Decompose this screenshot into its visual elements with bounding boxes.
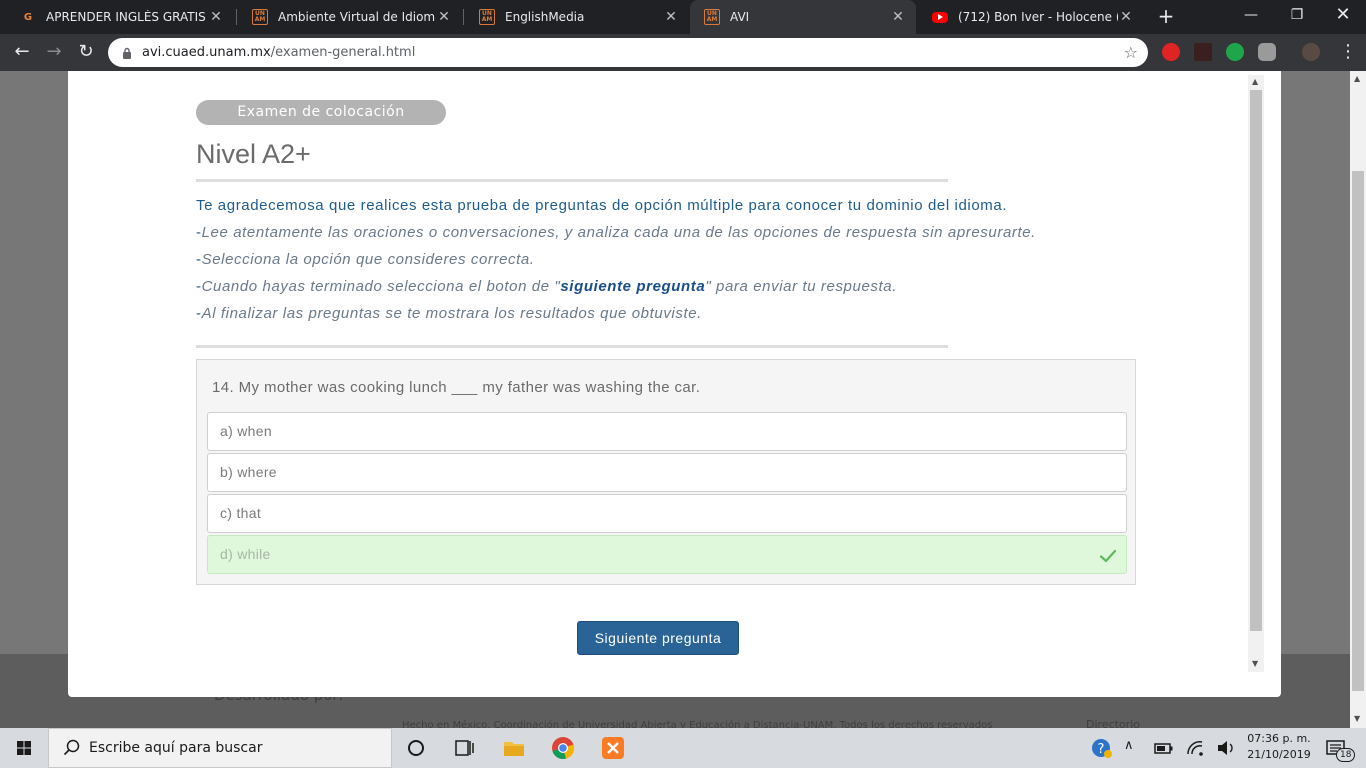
close-icon[interactable]: ✕ — [436, 9, 452, 25]
chrome-icon[interactable] — [551, 736, 575, 760]
instruction-text: Lee atentamente las oraciones o conversa… — [201, 224, 1036, 241]
start-button[interactable] — [0, 728, 48, 768]
notification-count-badge: 18 — [1336, 748, 1356, 762]
tab-avi[interactable]: UN AM AVI ✕ — [690, 0, 916, 34]
tab-title: AVI — [730, 10, 750, 24]
instruction-text: Cuando hayas terminado selecciona el bot… — [201, 278, 561, 295]
youtube-icon — [932, 11, 948, 23]
exam-badge: Examen de colocación — [196, 100, 446, 125]
instruction-item: -Selecciona la opción que consideres cor… — [196, 251, 535, 268]
url-path: /examen-general.html — [270, 45, 416, 60]
answer-option-b[interactable]: b) where — [207, 453, 1127, 492]
cortana-icon[interactable] — [404, 736, 428, 760]
tab-youtube[interactable]: (712) Bon Iver - Holocene (Offi ✕ — [918, 0, 1144, 34]
close-icon[interactable]: ✕ — [663, 9, 679, 25]
question-text: 14. My mother was cooking lunch ___ my f… — [212, 379, 701, 396]
forward-button[interactable]: → — [42, 40, 66, 64]
windows-taskbar: Escribe aquí para buscar ? ∧ 07:36 p. m.… — [0, 728, 1366, 768]
wifi-icon[interactable] — [1184, 736, 1208, 760]
close-window-button[interactable]: ✕ — [1320, 0, 1366, 30]
tab-title: Ambiente Virtual de Idiomas — [278, 10, 436, 24]
tab-ambiente-virtual[interactable]: UN AM Ambiente Virtual de Idiomas ✕ — [238, 0, 462, 34]
next-question-button[interactable]: Siguiente pregunta — [577, 621, 739, 655]
profile-avatar[interactable] — [1302, 43, 1320, 61]
maximize-button[interactable]: ❐ — [1274, 0, 1320, 30]
close-icon[interactable]: ✕ — [1118, 9, 1134, 25]
checkmark-icon — [1099, 549, 1117, 563]
g-icon: G — [23, 11, 33, 23]
level-title: Nivel A2+ — [196, 139, 311, 169]
volume-icon[interactable] — [1214, 736, 1238, 760]
scroll-up-arrow-icon[interactable]: ▲ — [1354, 74, 1360, 83]
battery-icon[interactable] — [1152, 736, 1176, 760]
new-tab-button[interactable]: + — [1155, 5, 1177, 27]
search-icon — [63, 739, 80, 756]
close-icon[interactable]: ✕ — [890, 9, 906, 25]
tab-strip: G APRENDER INGLÉS GRATIS con ✕ UNAM Ambi… — [0, 0, 1366, 34]
search-placeholder: Escribe aquí para buscar — [89, 740, 263, 756]
instructions: Te agradecemosa que realices esta prueba… — [196, 195, 1196, 330]
scroll-up-arrow-icon[interactable]: ▲ — [1252, 77, 1258, 86]
menu-kebab-icon[interactable]: ⋮ — [1336, 40, 1360, 64]
svg-text:?: ? — [1098, 742, 1105, 757]
scrollbar-thumb[interactable] — [1250, 90, 1262, 631]
tab-divider — [236, 9, 237, 25]
instruction-text: Selecciona la opción que consideres corr… — [201, 251, 535, 268]
clock-time: 07:36 p. m. — [1247, 732, 1311, 745]
url-host: avi.cuaed.unam.mx — [142, 45, 271, 60]
question-panel: 14. My mother was cooking lunch ___ my f… — [196, 359, 1136, 585]
footer-copyright: Hecho en México. Coordinación de Univers… — [402, 720, 993, 728]
task-view-icon[interactable] — [452, 736, 476, 760]
scroll-down-arrow-icon[interactable]: ▼ — [1354, 714, 1360, 723]
answer-option-d[interactable]: d) while — [207, 535, 1127, 574]
back-button[interactable]: ← — [10, 40, 34, 64]
intro-text: Te agradecemosa que realices esta prueba… — [196, 197, 1008, 214]
instruction-text: Al finalizar las preguntas se te mostrar… — [201, 305, 702, 322]
green-extension-icon[interactable] — [1226, 43, 1244, 61]
tab-title: (712) Bon Iver - Holocene (Offi — [958, 10, 1118, 24]
scroll-down-arrow-icon[interactable]: ▼ — [1252, 659, 1258, 668]
file-explorer-icon[interactable] — [502, 736, 526, 760]
system-clock[interactable]: 07:36 p. m. 21/10/2019 — [1246, 731, 1312, 763]
unam-icon: UN AM — [704, 9, 720, 25]
divider — [196, 179, 948, 182]
clock-date: 21/10/2019 — [1247, 748, 1311, 761]
chevron-up-icon[interactable]: ∧ — [1124, 738, 1134, 753]
exam-modal: Examen de colocación Nivel A2+ Te agrade… — [68, 71, 1281, 697]
instruction-highlight: siguiente pregunta — [560, 278, 706, 295]
tab-englishmedia[interactable]: UN AM EnglishMedia ✕ — [465, 0, 689, 34]
tab-aprender-ingles[interactable]: G APRENDER INGLÉS GRATIS con ✕ — [6, 0, 234, 34]
modal-scrollbar[interactable]: ▲ ▼ — [1248, 75, 1264, 672]
tab-title: APRENDER INGLÉS GRATIS con — [46, 10, 208, 24]
chat-extension-icon[interactable] — [1258, 43, 1276, 61]
instruction-item: -Lee atentamente las oraciones o convers… — [196, 224, 1036, 241]
answer-option-c[interactable]: c) that — [207, 494, 1127, 533]
close-icon[interactable]: ✕ — [208, 9, 224, 25]
pdf-extension-icon[interactable] — [1194, 43, 1212, 61]
instruction-item: -Al finalizar las preguntas se te mostra… — [196, 305, 702, 322]
bookmark-star-icon[interactable]: ☆ — [1124, 43, 1138, 62]
scrollbar-thumb[interactable] — [1352, 171, 1364, 691]
reload-button[interactable]: ↻ — [74, 40, 98, 64]
divider — [196, 345, 948, 348]
browser-toolbar: ← → ↻ avi.cuaed.unam.mx/examen-general.h… — [0, 34, 1366, 71]
minimize-button[interactable]: — — [1228, 0, 1274, 30]
footer-directory-link[interactable]: Directorio — [1086, 718, 1140, 728]
help-badge-icon[interactable]: ? — [1090, 736, 1114, 760]
unam-icon: UN AM — [479, 9, 495, 25]
unam-icon: UN AM — [252, 9, 268, 25]
xampp-icon[interactable] — [601, 736, 625, 760]
adblock-extension-icon[interactable] — [1162, 43, 1180, 61]
tab-divider — [463, 9, 464, 25]
page-scrollbar[interactable]: ▲ ▼ — [1350, 71, 1366, 728]
lock-icon — [122, 47, 132, 59]
answer-option-label: d) while — [220, 546, 271, 562]
windows-logo-icon — [17, 741, 31, 755]
answer-option-a[interactable]: a) when — [207, 412, 1127, 451]
tab-title: EnglishMedia — [505, 10, 585, 24]
instruction-text: " para enviar tu respuesta. — [705, 278, 897, 295]
taskbar-search[interactable]: Escribe aquí para buscar — [48, 728, 392, 768]
address-bar[interactable]: avi.cuaed.unam.mx/examen-general.html ☆ — [108, 38, 1148, 67]
instruction-item: -Cuando hayas terminado selecciona el bo… — [196, 278, 897, 295]
